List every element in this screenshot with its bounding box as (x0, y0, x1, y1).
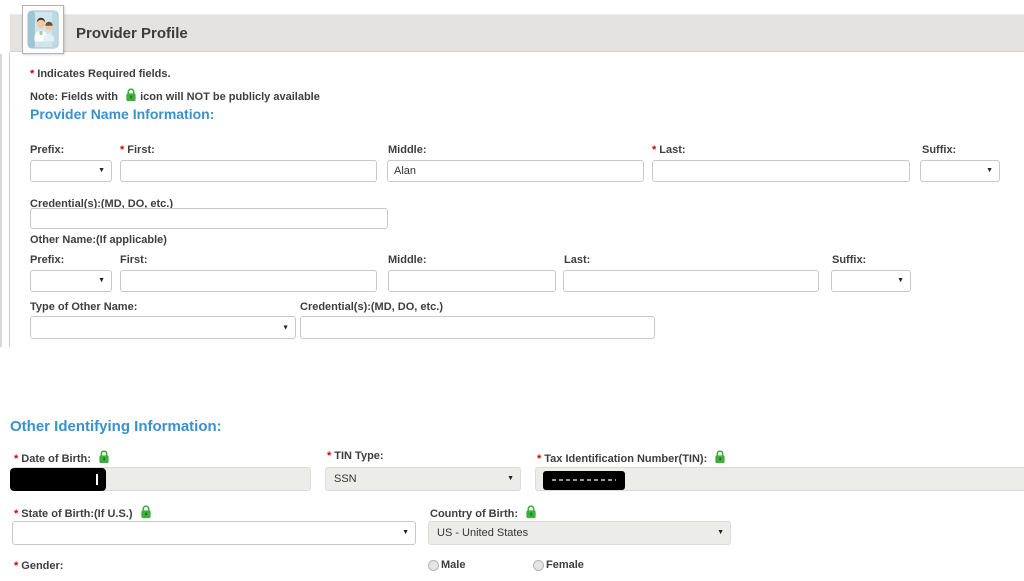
last-name-label: *Last: (652, 144, 686, 157)
last-name-input[interactable] (652, 160, 910, 182)
state-of-birth-select[interactable]: ▼ (12, 521, 416, 545)
panel-left-border (9, 52, 10, 347)
other-credentials-input[interactable] (300, 316, 655, 339)
section-heading-other-identifying: Other Identifying Information: (10, 418, 222, 435)
other-first-label: First: (120, 254, 148, 267)
text-cursor (96, 474, 98, 485)
page-title: Provider Profile (76, 25, 188, 42)
window-left-edge (0, 54, 2, 347)
other-prefix-select[interactable]: ▼ (30, 270, 112, 292)
address-book-people-icon (27, 10, 59, 49)
suffix-select[interactable]: ▼ (920, 160, 1000, 182)
masked-value-dashes (552, 479, 616, 481)
dob-label: *Date of Birth: (14, 450, 110, 466)
chevron-down-icon: ▼ (507, 468, 514, 490)
tin-redaction-box (543, 471, 625, 490)
prefix-label: Prefix: (30, 144, 64, 157)
suffix-label: Suffix: (922, 144, 956, 157)
first-name-label: *First: (120, 144, 155, 157)
lock-icon (714, 450, 726, 464)
chevron-down-icon: ▼ (98, 161, 105, 181)
other-suffix-select[interactable]: ▼ (831, 270, 911, 292)
tin-label: *Tax Identification Number(TIN): (537, 450, 726, 466)
lock-icon (125, 88, 137, 102)
lock-icon (140, 505, 152, 519)
chevron-down-icon: ▼ (98, 271, 105, 291)
provider-profile-page: Provider Profile *Indicates Required fie… (0, 0, 1024, 581)
privacy-note: Note: Fields with icon will NOT be publi… (30, 88, 320, 103)
other-prefix-label: Prefix: (30, 254, 64, 267)
section-heading-provider-name: Provider Name Information: (30, 106, 214, 122)
radio-circle-icon (428, 560, 439, 571)
tin-type-label: *TIN Type: (327, 450, 384, 463)
chevron-down-icon: ▼ (402, 522, 409, 544)
provider-profile-icon (22, 5, 64, 54)
tin-type-select[interactable]: SSN▼ (325, 467, 521, 491)
chevron-down-icon: ▼ (986, 161, 993, 181)
other-credentials-label: Credential(s):(MD, DO, etc.) (300, 301, 443, 314)
type-of-other-name-label: Type of Other Name: (30, 301, 137, 314)
gender-radio-male[interactable]: Male (428, 559, 465, 571)
gender-radio-female[interactable]: Female (533, 559, 584, 571)
chevron-down-icon: ▼ (897, 271, 904, 291)
gender-label: *Gender: (14, 560, 63, 573)
required-fields-note: *Indicates Required fields. (30, 68, 171, 80)
credentials-input[interactable] (30, 208, 388, 229)
middle-name-label: Middle: (388, 144, 427, 157)
country-of-birth-select[interactable]: US - United States▼ (428, 521, 731, 545)
state-of-birth-label: *State of Birth:(If U.S.) (14, 505, 152, 521)
other-first-input[interactable] (120, 270, 377, 292)
other-middle-input[interactable] (388, 270, 556, 292)
chevron-down-icon: ▼ (282, 317, 289, 338)
dob-redaction-box (10, 468, 106, 491)
other-suffix-label: Suffix: (832, 254, 866, 267)
prefix-select[interactable]: ▼ (30, 160, 112, 182)
other-last-label: Last: (564, 254, 590, 267)
other-middle-label: Middle: (388, 254, 427, 267)
other-last-input[interactable] (563, 270, 819, 292)
country-of-birth-label: Country of Birth: (430, 505, 537, 521)
radio-circle-icon (533, 560, 544, 571)
lock-icon (98, 450, 110, 464)
type-of-other-name-select[interactable]: ▼ (30, 316, 296, 339)
chevron-down-icon: ▼ (717, 522, 724, 544)
lock-icon (525, 505, 537, 519)
middle-name-input[interactable] (387, 160, 644, 182)
first-name-input[interactable] (120, 160, 377, 182)
other-name-label: Other Name:(If applicable) (30, 234, 167, 247)
